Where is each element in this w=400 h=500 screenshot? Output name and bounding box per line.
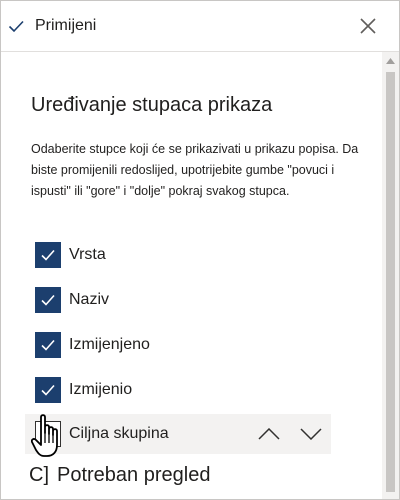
scrollbar[interactable] — [382, 52, 399, 499]
checkmark-icon — [41, 339, 55, 351]
apply-button[interactable]: Primijeni — [1, 1, 96, 51]
checkmark-icon — [41, 384, 55, 396]
column-row-naziv: Naziv — [25, 277, 335, 322]
chevron-down-icon — [300, 428, 322, 440]
column-row-vrsta: Vrsta — [25, 232, 335, 277]
column-row-ciljna-skupina[interactable]: Ciljna skupina — [25, 414, 331, 454]
scrollbar-thumb[interactable] — [386, 72, 395, 492]
column-row-potreban-pregled: C] Potreban pregled — [29, 459, 210, 491]
reorder-buttons — [257, 422, 323, 446]
move-down-button[interactable] — [299, 422, 323, 446]
apply-label: Primijeni — [35, 17, 97, 34]
move-up-button[interactable] — [257, 422, 281, 446]
panel-title: Uređivanje stupaca prikaza — [31, 94, 273, 116]
checkbox-izmijenio[interactable] — [35, 376, 61, 403]
panel-toolbar: Primijeni — [1, 1, 399, 51]
edit-view-columns-panel: Primijeni Uređivanje stupaca prikaza Oda… — [0, 0, 400, 500]
column-list: Vrsta Naziv Izmijenjeno Izmijenio Ciljna… — [25, 232, 335, 454]
column-row-izmijenjeno: Izmijenjeno — [25, 322, 335, 367]
panel-content: Uređivanje stupaca prikaza — [31, 93, 376, 117]
close-icon[interactable] — [359, 17, 377, 35]
checkbox-naziv[interactable] — [35, 286, 61, 313]
toolbar-divider — [1, 51, 399, 52]
column-label: Potreban pregled — [57, 463, 211, 486]
column-label: Naziv — [69, 290, 110, 308]
column-row-izmijenio: Izmijenio — [25, 367, 335, 412]
column-label: Vrsta — [69, 245, 106, 263]
scroll-up-arrow-icon[interactable] — [382, 52, 399, 69]
column-label: Izmijenio — [69, 380, 133, 398]
panel-description: Odaberite stupce koji će se prikazivati … — [31, 142, 359, 198]
column-label: Izmijenjeno — [69, 335, 150, 353]
checkmark-icon — [41, 249, 55, 261]
check-icon — [7, 17, 25, 35]
checkmark-icon — [41, 294, 55, 306]
checkbox-ciljna-skupina[interactable] — [35, 421, 61, 447]
checkbox-izmijenjeno[interactable] — [35, 331, 61, 358]
checkbox-vrsta[interactable] — [35, 241, 61, 268]
chevron-up-icon — [258, 428, 280, 440]
partial-checkbox-glyph[interactable]: C] — [29, 464, 49, 487]
column-label: Ciljna skupina — [69, 425, 169, 442]
